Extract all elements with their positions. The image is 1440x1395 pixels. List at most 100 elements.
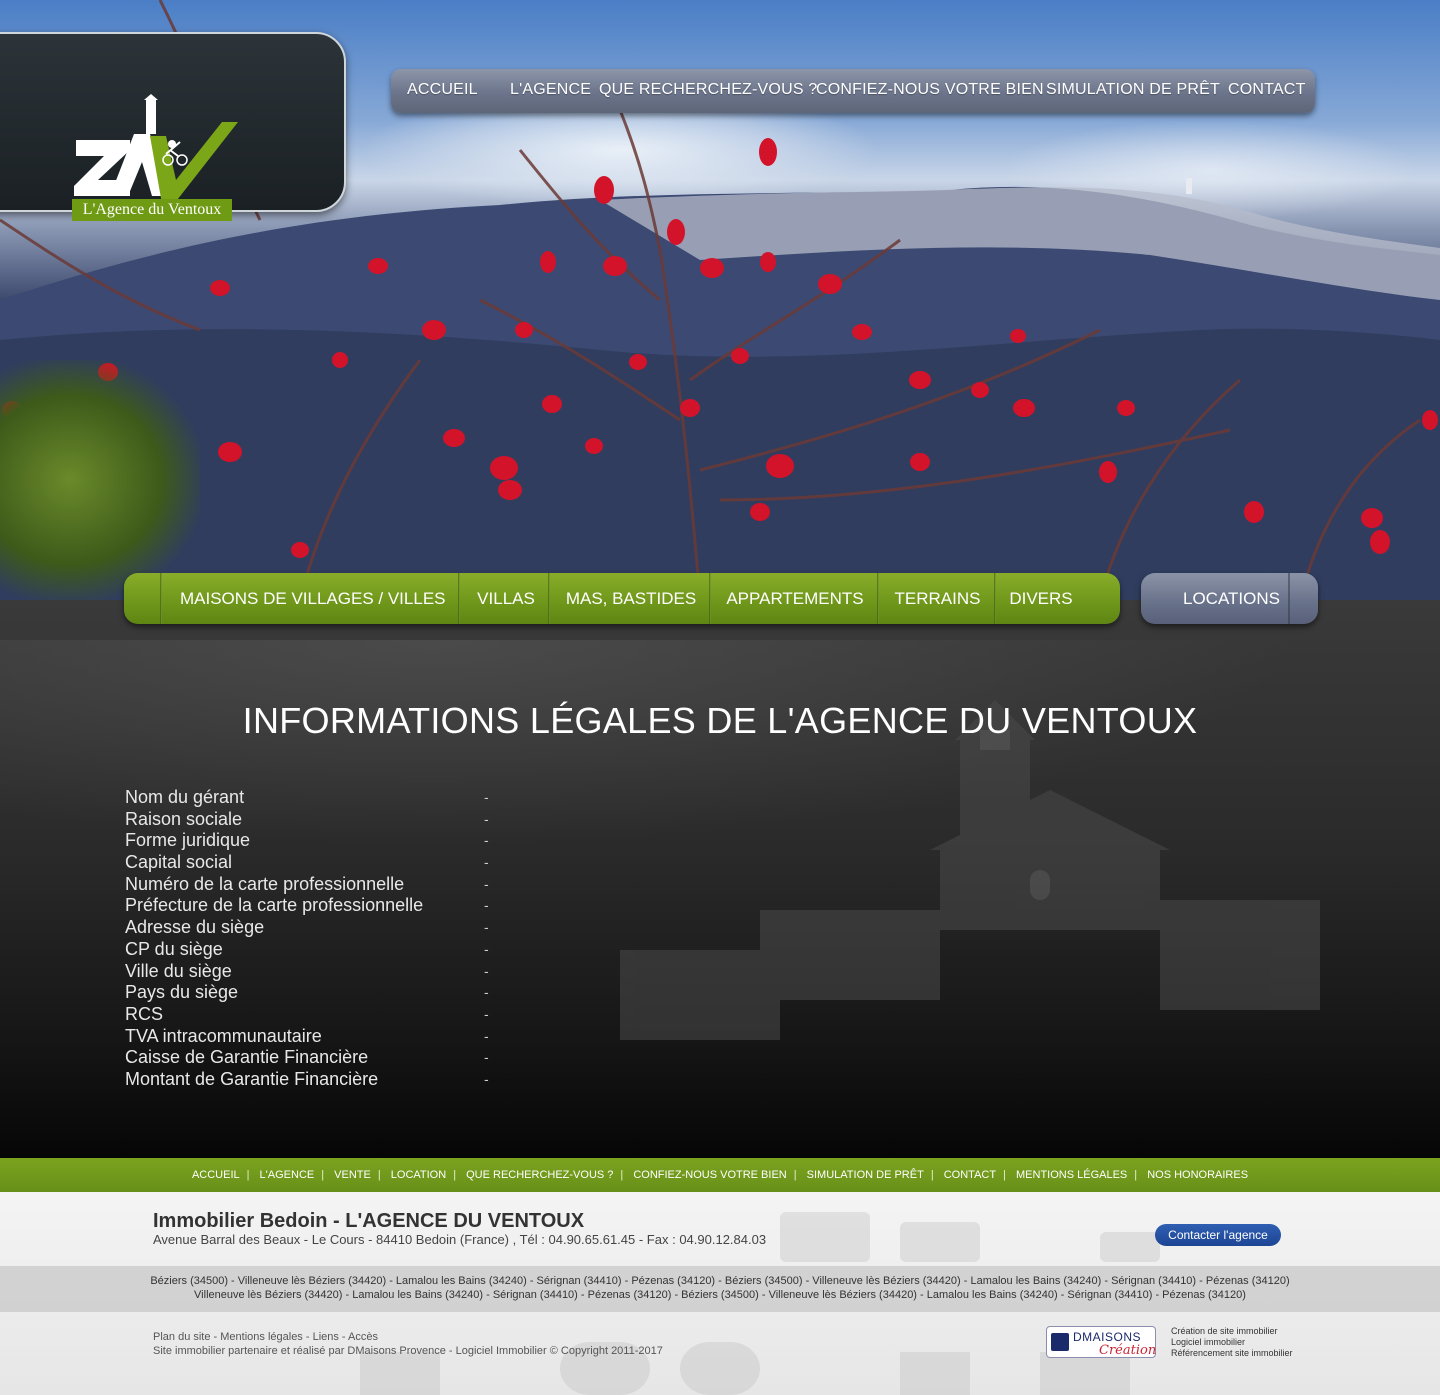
- locations-separator: [1288, 573, 1290, 624]
- legal-label: Capital social: [125, 852, 233, 873]
- footer-nav-separator: |: [1134, 1169, 1138, 1181]
- legal-row: Adresse du siège -: [125, 917, 505, 939]
- top-nav: ACCUEIL L'AGENCE QUE RECHERCHEZ-VOUS ? C…: [391, 69, 1315, 113]
- legal-row: TVA intracommunautaire -: [125, 1026, 505, 1048]
- legal-label: Adresse du siège: [125, 917, 265, 938]
- legal-row: Numéro de la carte professionnelle -: [125, 874, 505, 896]
- footer-nav-location[interactable]: LOCATION: [391, 1169, 446, 1181]
- legal-label: Préfecture de la carte professionnelle: [125, 895, 424, 916]
- footer-nav-separator: |: [1003, 1169, 1006, 1181]
- footer-nav-accueil[interactable]: ACCUEIL: [192, 1169, 240, 1181]
- footer-links: Plan du site - Mentions légales - Liens …: [153, 1330, 663, 1358]
- top-nav-confiez[interactable]: CONFIEZ-NOUS VOTRE BIEN: [816, 81, 1044, 99]
- top-nav-contact[interactable]: CONTACT: [1228, 81, 1306, 99]
- legal-row: Ville du siège -: [125, 961, 505, 983]
- footer-nav-agence[interactable]: L'AGENCE: [260, 1169, 315, 1181]
- logo-caption: L'Agence du Ventoux: [72, 199, 232, 221]
- footer-nav-separator: |: [620, 1169, 624, 1181]
- locations-label: LOCATIONS: [1183, 589, 1280, 608]
- top-nav-simulation[interactable]: SIMULATION DE PRÊT: [1046, 81, 1220, 99]
- legal-row: Préfecture de la carte professionnelle -: [125, 895, 505, 917]
- legal-label: Ville du siège: [125, 960, 232, 981]
- legal-value: -: [484, 919, 489, 936]
- category-appartements[interactable]: APPARTEMENTS: [713, 573, 877, 624]
- legal-row: Forme juridique -: [125, 830, 505, 852]
- footer-nav-simulation[interactable]: SIMULATION DE PRÊT: [807, 1169, 924, 1181]
- dmaisons-service: Référencement site immobilier: [1171, 1348, 1293, 1358]
- dmaisons-services: Création de site immobilier Logiciel imm…: [1171, 1326, 1293, 1359]
- footer-nav-confiez[interactable]: CONFIEZ-NOUS VOTRE BIEN: [633, 1169, 786, 1181]
- footer: Immobilier Bedoin - L'AGENCE DU VENTOUX …: [0, 1192, 1440, 1395]
- category-terrains[interactable]: TERRAINS: [881, 573, 994, 624]
- legal-value: -: [484, 1005, 489, 1022]
- category-separator: [709, 573, 711, 624]
- legal-value: -: [484, 984, 489, 1001]
- hero-foliage: [0, 360, 200, 600]
- contact-agency-button[interactable]: Contacter l'agence: [1155, 1224, 1281, 1246]
- dmaisons-service: Logiciel immobilier: [1171, 1337, 1246, 1347]
- top-nav-recherche[interactable]: QUE RECHERCHEZ-VOUS ?: [599, 81, 817, 99]
- legal-row: Pays du siège -: [125, 982, 505, 1004]
- legal-value: -: [484, 1049, 489, 1066]
- footer-nav-separator: |: [246, 1169, 250, 1181]
- legal-value: -: [484, 897, 489, 914]
- legal-value: -: [484, 810, 489, 827]
- locations-button[interactable]: LOCATIONS: [1141, 573, 1318, 624]
- legal-row: Capital social -: [125, 852, 505, 874]
- legal-row: Raison sociale -: [125, 809, 505, 831]
- legal-label: Nom du gérant: [125, 787, 245, 807]
- cities-line: Béziers (34500) - Villeneuve lès Béziers…: [150, 1275, 1290, 1287]
- legal-value: -: [484, 1070, 489, 1087]
- legal-row: CP du siège -: [125, 939, 505, 961]
- footer-nav-contact[interactable]: CONTACT: [944, 1169, 996, 1181]
- logo-panel[interactable]: L'Agence du Ventoux: [0, 32, 346, 221]
- legal-value: -: [484, 1027, 489, 1044]
- page-title: INFORMATIONS LÉGALES DE L'AGENCE DU VENT…: [242, 700, 1198, 741]
- cities-band: Béziers (34500) - Villeneuve lès Béziers…: [0, 1266, 1440, 1312]
- legal-label: RCS: [125, 1003, 164, 1024]
- footer-nav-separator: |: [453, 1169, 457, 1181]
- dmaisons-service: Création de site immobilier: [1171, 1326, 1278, 1336]
- legal-value: -: [484, 832, 489, 849]
- top-nav-agence[interactable]: L'AGENCE: [510, 81, 591, 99]
- category-maisons-villages[interactable]: MAISONS DE VILLAGES / VILLES: [180, 573, 446, 624]
- category-villas[interactable]: VILLAS: [462, 573, 550, 624]
- footer-nav-vente[interactable]: VENTE: [334, 1169, 371, 1181]
- footer-nav-separator: |: [321, 1169, 325, 1181]
- legal-value: -: [484, 789, 489, 805]
- cities-line: Villeneuve lès Béziers (34420) - Lamalou…: [194, 1289, 1246, 1301]
- category-mas-bastides[interactable]: MAS, BASTIDES: [552, 573, 710, 624]
- footer-nav-honoraires[interactable]: NOS HONORAIRES: [1147, 1169, 1248, 1181]
- legal-label: Pays du siège: [125, 982, 239, 1003]
- legal-row: Montant de Garantie Financière -: [125, 1069, 505, 1091]
- legal-value: -: [484, 854, 489, 871]
- legal-value: -: [484, 962, 489, 979]
- category-divers[interactable]: DIVERS: [998, 573, 1084, 624]
- footer-credit: Site immobilier partenaire et réalisé pa…: [153, 1345, 663, 1357]
- footer-nav: ACCUEIL | L'AGENCE | VENTE | LOCATION | QUE …: [0, 1158, 1440, 1192]
- top-nav-accueil[interactable]: ACCUEIL: [407, 81, 478, 99]
- legal-label: Numéro de la carte professionnelle: [125, 873, 405, 894]
- legal-row: Caisse de Garantie Financière -: [125, 1047, 505, 1069]
- footer-nav-recherche[interactable]: QUE RECHERCHEZ-VOUS ?: [466, 1169, 613, 1181]
- dmaisons-logo[interactable]: DMAISONS Création: [1046, 1326, 1156, 1358]
- agency-address: Avenue Barral des Beaux - Le Cours - 844…: [153, 1232, 767, 1247]
- legal-value: -: [484, 940, 489, 957]
- dmaisons-name: DMAISONS: [1073, 1330, 1142, 1344]
- legal-row: Nom du gérant -: [125, 787, 505, 809]
- footer-nav-separator: |: [377, 1169, 381, 1181]
- agency-name: Immobilier Bedoin - L'AGENCE DU VENTOUX: [153, 1210, 585, 1232]
- dmaisons-sub: Création: [1099, 1343, 1157, 1358]
- legal-label: Raison sociale: [125, 808, 243, 829]
- footer-nav-separator: |: [793, 1169, 797, 1181]
- legal-label: TVA intracommunautaire: [125, 1025, 322, 1046]
- category-separator: [160, 573, 162, 624]
- footer-sitemap-links[interactable]: Plan du site - Mentions légales - Liens …: [153, 1330, 663, 1344]
- legal-label: Montant de Garantie Financière: [125, 1068, 379, 1089]
- legal-value: -: [484, 875, 489, 892]
- legal-info-list: Nom du gérant - Raison sociale - Forme jur…: [125, 787, 505, 1091]
- legal-label: CP du siège: [125, 938, 223, 959]
- category-separator: [548, 573, 550, 624]
- footer-nav-mentions[interactable]: MENTIONS LÉGALES: [1016, 1169, 1127, 1181]
- property-category-bar: MAISONS DE VILLAGES / VILLES VILLAS MAS,…: [124, 573, 1120, 624]
